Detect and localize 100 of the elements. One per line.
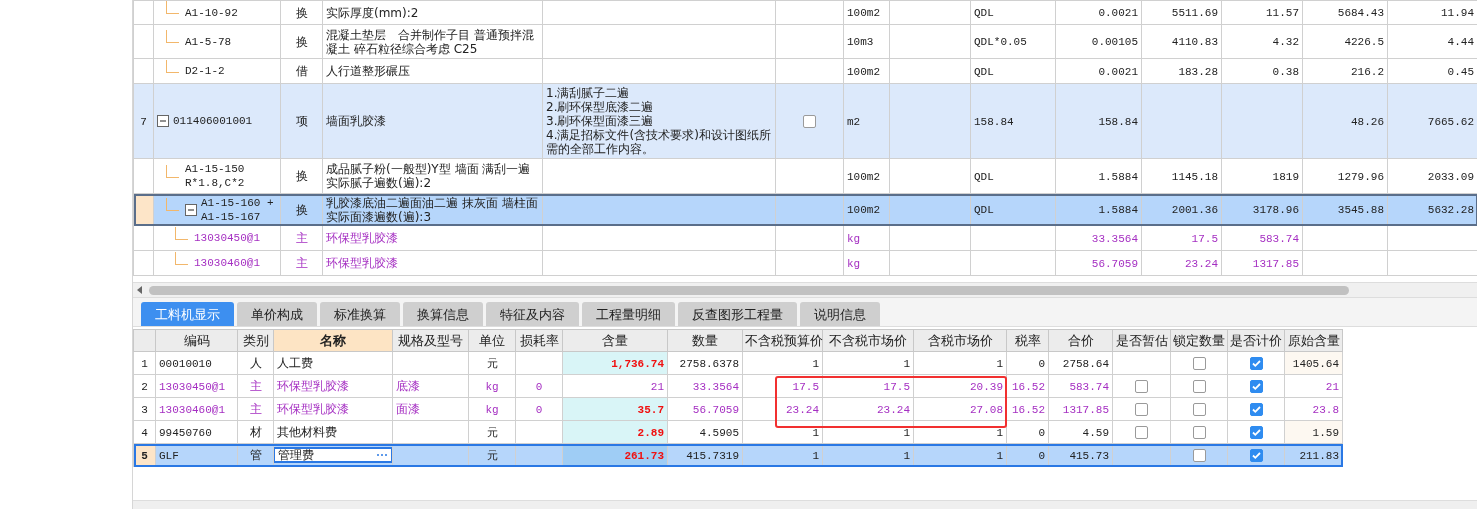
horizontal-scrollbar[interactable] <box>133 282 1477 298</box>
checkbox[interactable] <box>1192 426 1206 439</box>
column-header[interactable]: 是否计价 <box>1227 329 1285 352</box>
unit-cell: 10m3 <box>847 36 874 48</box>
checkbox[interactable] <box>1135 426 1148 439</box>
amount-cell: 23.24 <box>1185 257 1218 270</box>
column-header[interactable]: 合价 <box>1048 329 1113 352</box>
tree-connector <box>166 30 179 43</box>
column-header[interactable]: 单位 <box>468 329 516 352</box>
row-number: 3 <box>141 403 148 416</box>
amount-cell: 56.7059 <box>1091 257 1138 270</box>
value-cell: 17.5 <box>883 380 910 393</box>
checkbox[interactable] <box>1135 380 1148 393</box>
value-cell: 583.74 <box>1069 380 1109 393</box>
tab[interactable]: 标准换算 <box>320 302 400 326</box>
column-header[interactable]: 类别 <box>237 329 274 352</box>
name-input-field[interactable]: 管理费 <box>274 448 392 462</box>
item-code: A1-15-160 + A1-15-167 <box>201 195 274 224</box>
value-cell: 35.7 <box>637 403 664 416</box>
checkbox[interactable] <box>1249 403 1263 416</box>
tab[interactable]: 工程量明细 <box>582 302 675 326</box>
value-cell: 4.59 <box>1082 426 1109 439</box>
amount-cell: 5511.69 <box>1171 7 1218 19</box>
resource-code: GLF <box>159 449 179 462</box>
column-header[interactable]: 不含税市场价 <box>822 329 914 352</box>
column-header[interactable]: 原始含量 <box>1284 329 1343 352</box>
column-header[interactable]: 含税市场价 <box>913 329 1007 352</box>
amount-cell: 216.2 <box>1351 65 1384 78</box>
collapse-icon[interactable] <box>157 115 169 127</box>
column-header[interactable]: 含量 <box>562 329 668 352</box>
unit-cell: 元 <box>486 426 498 439</box>
checkbox[interactable] <box>1192 357 1206 370</box>
amount-cell: 4.32 <box>1272 36 1299 48</box>
value-cell: 1 <box>812 426 819 439</box>
tab[interactable]: 单价构成 <box>237 302 317 326</box>
item-code: 13030450@1 <box>194 231 260 245</box>
type-label: 人 <box>249 356 262 370</box>
checkbox[interactable] <box>1249 449 1263 462</box>
column-header[interactable]: 名称 <box>273 329 393 352</box>
checkbox[interactable] <box>803 115 816 128</box>
amount-cell: 4.44 <box>1447 36 1474 48</box>
value-cell: 17.5 <box>792 380 819 393</box>
amount-cell: 1.5884 <box>1098 170 1138 183</box>
amount-cell: 1317.85 <box>1252 257 1299 270</box>
checkbox[interactable] <box>1249 380 1263 393</box>
amount-cell: 1145.18 <box>1171 170 1218 183</box>
amount-cell: 183.28 <box>1178 65 1218 78</box>
value-cell: 261.73 <box>624 449 664 462</box>
column-header[interactable]: 是否暂估 <box>1112 329 1171 352</box>
amount-cell: 5684.43 <box>1337 7 1384 19</box>
checkbox[interactable] <box>1249 357 1263 370</box>
value-cell: 4.5905 <box>699 426 739 439</box>
more-icon[interactable] <box>376 453 388 457</box>
column-header[interactable]: 不含税预算价 <box>742 329 823 352</box>
type-label: 换 <box>295 169 308 183</box>
resource-code: 13030450@1 <box>159 380 225 393</box>
item-name: 混凝土垫层 合并制作子目 普通预拌混凝土 碎石粒径综合考虑 C25 <box>326 27 534 56</box>
column-header[interactable]: 数量 <box>667 329 743 352</box>
checkbox[interactable] <box>1192 380 1206 393</box>
checkbox[interactable] <box>1192 449 1206 462</box>
tab[interactable]: 反查图形工程量 <box>678 302 797 326</box>
checkbox[interactable] <box>1192 403 1206 416</box>
column-header[interactable]: 税率 <box>1006 329 1049 352</box>
tab[interactable]: 换算信息 <box>403 302 483 326</box>
tree-connector <box>166 164 179 178</box>
value-cell: 415.7319 <box>686 449 739 462</box>
amount-cell: 17.5 <box>1191 232 1218 245</box>
value-cell: 1,736.74 <box>611 357 664 370</box>
value-cell: 1 <box>903 449 910 462</box>
unit-cell: kg <box>847 232 861 245</box>
value-cell: 1 <box>812 357 819 370</box>
column-header[interactable]: 规格及型号 <box>392 329 469 352</box>
resource-name: 其他材料费 <box>277 425 337 439</box>
column-header[interactable]: 损耗率 <box>515 329 563 352</box>
column-header[interactable]: 编码 <box>155 329 238 352</box>
scrollbar-thumb[interactable] <box>149 285 1349 295</box>
value-cell: 20.39 <box>970 380 1003 393</box>
value-cell: 1 <box>996 426 1003 439</box>
checkbox[interactable] <box>1135 403 1148 416</box>
value-cell: 56.7059 <box>692 403 739 416</box>
unit-cell: 100m2 <box>847 7 880 19</box>
scroll-left-icon[interactable] <box>137 286 143 294</box>
collapse-icon[interactable] <box>185 203 197 216</box>
row-number: 4 <box>141 426 148 439</box>
tab[interactable]: 说明信息 <box>800 302 880 326</box>
column-header[interactable]: 锁定数量 <box>1170 329 1228 352</box>
amount-cell: 0.00105 <box>1091 36 1138 48</box>
resource-code: 13030460@1 <box>159 403 225 416</box>
row-number: 7 <box>140 115 147 128</box>
tab[interactable]: 特征及内容 <box>486 302 579 326</box>
value-cell: 21 <box>650 380 664 393</box>
item-code: A1-5-78 <box>185 34 232 49</box>
unit-cell: kg <box>847 257 861 270</box>
checkbox[interactable] <box>1249 426 1263 439</box>
original-content-cell: 1.59 <box>1312 426 1339 439</box>
value-cell: 1317.85 <box>1062 403 1109 416</box>
tree-connector <box>175 251 188 265</box>
amount-cell: 0.0021 <box>1098 65 1138 78</box>
amount-cell: 5632.28 <box>1427 204 1474 216</box>
value-cell: 2758.6378 <box>679 357 739 370</box>
